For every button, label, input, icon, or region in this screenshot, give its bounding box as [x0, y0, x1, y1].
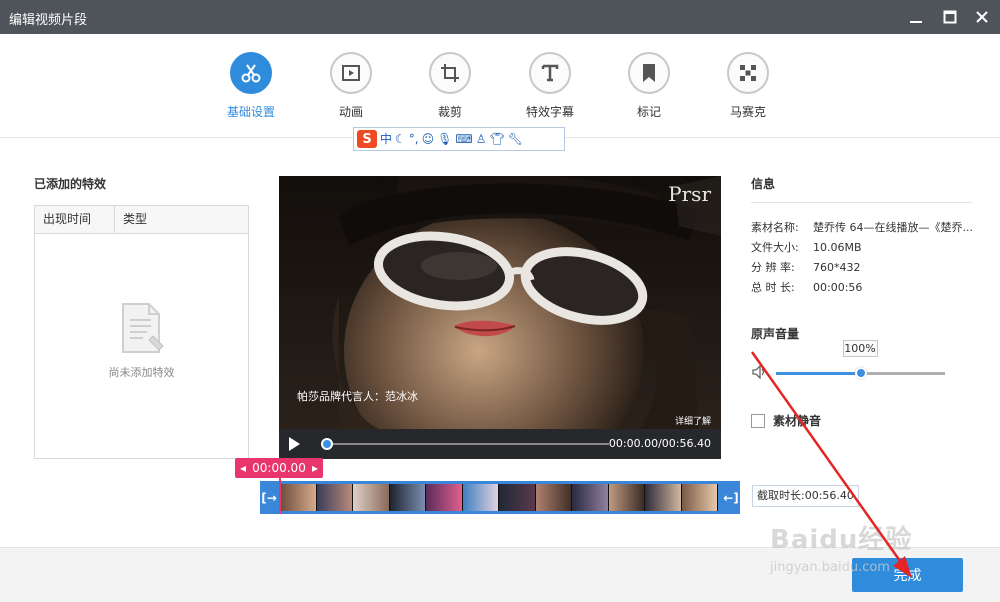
player-controls: 00:00.00/00:56.40	[279, 429, 721, 459]
crop-icon	[429, 52, 471, 94]
tab-label: 马赛克	[729, 105, 766, 119]
info-title: 信息	[751, 177, 776, 191]
mosaic-icon	[727, 52, 769, 94]
info-key: 素材名称:	[751, 221, 799, 234]
playhead-line	[279, 478, 281, 514]
frame-thumbnail	[572, 484, 609, 511]
tab-label: 裁剪	[437, 105, 462, 119]
frame-thumbnail	[426, 484, 463, 511]
emoji-icon[interactable]: ☺	[422, 130, 435, 148]
window-title: 编辑视频片段	[9, 13, 88, 28]
effects-title: 已添加的特效	[34, 177, 107, 191]
tab-label: 标记	[636, 105, 661, 119]
frame-thumbnail	[389, 484, 426, 511]
playhead-marker[interactable]: ◂ 00:00.00 ▸	[235, 458, 323, 478]
play-frame-icon	[330, 52, 372, 94]
empty-text: 尚未添加特效	[108, 366, 175, 379]
info-key: 总 时 长:	[751, 281, 795, 294]
frame-strip[interactable]	[280, 484, 718, 511]
frame-thumbnail	[535, 484, 572, 511]
volume-title: 原声音量	[751, 327, 800, 341]
frame-thumbnail	[462, 484, 499, 511]
main-panel: 已添加的特效 出现时间 类型 尚未添加特效 Prsr 帕莎品牌代言人：范冰冰 详…	[0, 139, 1000, 547]
keyboard-icon[interactable]: ⌨	[455, 130, 472, 148]
marker-left-icon[interactable]: ◂	[240, 461, 246, 475]
frame-thumbnail	[681, 484, 718, 511]
watermark-url: jingyan.baidu.com	[770, 560, 890, 575]
mute-checkbox[interactable]	[751, 413, 765, 428]
volume-knob[interactable]	[854, 367, 867, 379]
text-t-icon	[529, 52, 571, 94]
marker-time: 00:00.00	[252, 461, 306, 475]
scissors-icon	[230, 52, 272, 94]
tab-animation[interactable]: 动画	[311, 52, 391, 120]
time-readout: 00:00.00/00:56.40	[608, 437, 711, 450]
speaker-icon[interactable]	[752, 364, 768, 382]
microphone-icon[interactable]: 🎙︎	[437, 130, 452, 148]
info-row: 素材名称: 楚乔传 64—在线播放—《楚乔...	[751, 219, 973, 235]
empty-document-icon	[121, 302, 165, 357]
frame-thumbnail	[645, 484, 682, 511]
frame-thumbnail	[353, 484, 390, 511]
effects-header: 出现时间 类型	[35, 206, 248, 234]
cut-length-tag: 截取时长:00:56.40	[752, 485, 859, 507]
info-key: 分 辨 率:	[751, 261, 795, 274]
play-icon[interactable]	[289, 437, 300, 451]
info-value: 00:00:56	[813, 281, 863, 294]
video-corner-link[interactable]: 详细了解	[675, 414, 711, 427]
column-time: 出现时间	[35, 206, 115, 233]
tab-mark[interactable]: 标记	[609, 52, 689, 120]
info-value: 楚乔传 64—在线播放—《楚乔...	[813, 221, 973, 234]
video-caption: 帕莎品牌代言人：范冰冰	[297, 390, 418, 403]
info-divider	[751, 202, 972, 203]
bookmark-icon	[628, 52, 670, 94]
trim-start-icon[interactable]: [→	[261, 487, 277, 509]
close-icon[interactable]	[972, 7, 992, 27]
frame-thumbnail	[316, 484, 353, 511]
tool-tabs: 基础设置 动画 裁剪 特效字幕 标记 马赛克	[0, 34, 1000, 138]
frame-thumbnail	[608, 484, 645, 511]
info-row: 总 时 长: 00:00:56	[751, 279, 862, 295]
shirt-icon[interactable]: 👕︎	[489, 130, 504, 148]
volume-fill	[776, 372, 861, 375]
tab-effect-subtitle[interactable]: 特效字幕	[510, 52, 590, 120]
moon-icon[interactable]: ☾	[395, 130, 406, 148]
info-value: 10.06MB	[813, 241, 862, 254]
seek-knob[interactable]	[321, 438, 333, 450]
mute-label: 素材静音	[773, 414, 822, 428]
trim-end-icon[interactable]: ←]	[723, 487, 739, 509]
tab-basic-settings[interactable]: 基础设置	[211, 52, 291, 120]
video-preview[interactable]: Prsr 帕莎品牌代言人：范冰冰 详细了解	[279, 176, 721, 429]
frame-thumbnail	[280, 484, 317, 511]
effects-table: 出现时间 类型 尚未添加特效	[34, 205, 249, 459]
maximize-icon[interactable]	[940, 7, 960, 27]
seek-bar[interactable]	[325, 443, 609, 445]
info-key: 文件大小:	[751, 241, 799, 254]
title-bar: 编辑视频片段	[0, 0, 1000, 34]
info-value: 760*432	[813, 261, 861, 274]
tab-label: 动画	[338, 105, 363, 119]
ime-toolbar: S 中 ☾ °, ☺ 🎙︎ ⌨ ♙ 👕︎ 🔧︎	[353, 127, 565, 151]
mute-option[interactable]: 素材静音	[751, 412, 821, 429]
tab-label: 特效字幕	[525, 105, 574, 119]
tab-crop[interactable]: 裁剪	[410, 52, 490, 120]
minimize-icon[interactable]	[906, 7, 926, 27]
volume-tooltip: 100%	[842, 340, 878, 357]
info-row: 文件大小: 10.06MB	[751, 239, 862, 255]
tab-mosaic[interactable]: 马赛克	[708, 52, 788, 120]
column-type: 类型	[123, 212, 148, 226]
tab-label: 基础设置	[226, 105, 275, 119]
info-row: 分 辨 率: 760*432	[751, 259, 861, 275]
user-icon[interactable]: ♙	[476, 130, 487, 148]
sogou-logo[interactable]: S	[357, 130, 377, 148]
watermark-logo: Baidu经验	[770, 525, 913, 555]
marker-right-icon[interactable]: ▸	[312, 461, 318, 475]
ime-mode[interactable]: 中	[380, 130, 392, 148]
wrench-icon[interactable]: 🔧︎	[508, 130, 523, 148]
frame-thumbnail	[499, 484, 536, 511]
video-logo: Prsr	[668, 182, 711, 206]
punctuation-icon[interactable]: °,	[409, 130, 419, 148]
